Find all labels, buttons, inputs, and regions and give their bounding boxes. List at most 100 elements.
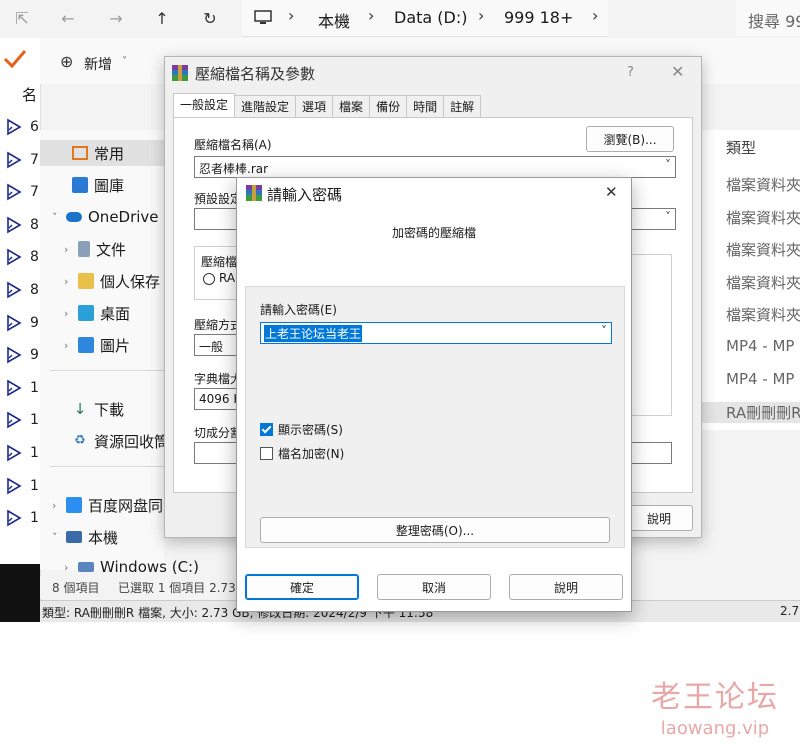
file-row-number: 7 — [30, 184, 39, 201]
browse-button[interactable]: 瀏覽(B)... — [586, 126, 674, 152]
tab-options[interactable]: 選項 — [295, 95, 334, 117]
password-help-button[interactable]: 說明 — [509, 574, 623, 600]
tab-comment[interactable]: 註解 — [443, 95, 482, 117]
chevron-down-icon[interactable]: ˅ — [52, 531, 66, 544]
ok-button[interactable]: 確定 — [245, 574, 359, 600]
file-size-right: 2.73 — [780, 604, 800, 618]
selected-count: 已選取 1 個項目 2.73 — [118, 581, 236, 595]
chevron-right-icon[interactable]: › — [64, 307, 78, 320]
type-column-header[interactable]: 類型 — [726, 137, 756, 158]
file-row-shortcut[interactable]: 1 — [6, 379, 40, 399]
sidebar-item-this-pc[interactable]: ˅ 本機 — [52, 524, 118, 550]
archive-name-combo[interactable]: 忍者棒棒.rar ˅ — [194, 156, 676, 178]
file-type-cell[interactable]: RA刪刪刪R — [700, 402, 800, 424]
file-type-cell[interactable]: 檔案資料夾 — [726, 207, 800, 228]
breadcrumb-computer[interactable]: 本機 — [318, 8, 350, 32]
winrar-icon — [246, 185, 262, 201]
file-row-shortcut[interactable]: 9 — [6, 346, 40, 366]
chevron-right-icon[interactable]: › — [64, 561, 78, 574]
gallery-icon — [72, 177, 88, 193]
share-icon[interactable]: ⇱ — [10, 6, 34, 30]
shortcut-arrow-icon — [7, 151, 22, 168]
sidebar-item-recycle-bin[interactable]: ♻ 資源回收筒 — [72, 428, 169, 454]
shortcut-arrow-icon — [7, 281, 22, 299]
file-row-number: 6 — [30, 119, 39, 135]
file-type-cell[interactable]: MP4 - MP — [726, 370, 794, 388]
sidebar-item-desktop[interactable]: › 桌面 — [64, 300, 130, 326]
rar-radio[interactable] — [203, 273, 215, 285]
search-box[interactable]: 搜尋 99 — [736, 0, 800, 36]
chevron-down-icon[interactable]: ˅ — [601, 324, 607, 338]
forward-button[interactable]: → — [104, 6, 128, 30]
left-file-strip: 名 6 7 7 8 8 8 9 9 1 1 1 1 1 — [0, 38, 41, 622]
password-input[interactable]: 上老王论坛当老王 ˅ — [260, 322, 612, 344]
sidebar-item-downloads[interactable]: ↓ 下載 — [72, 396, 124, 422]
password-dialog-title: 請輸入密碼 — [267, 186, 343, 204]
file-row-shortcut[interactable]: 6 — [6, 118, 40, 138]
checkbox-unchecked-icon[interactable] — [260, 447, 273, 460]
file-row-shortcut[interactable]: 9 — [6, 314, 40, 334]
drive-icon — [78, 562, 94, 572]
close-icon[interactable]: ✕ — [671, 62, 684, 81]
sidebar-item-personal-vault[interactable]: › 個人保存 — [64, 268, 160, 294]
format-label: 壓縮檔 — [201, 255, 238, 269]
breadcrumb-drive[interactable]: Data (D:) — [394, 8, 467, 27]
chevron-down-icon[interactable]: ˅ — [665, 158, 671, 172]
file-type-cell[interactable]: 檔案資料夾 — [726, 174, 800, 195]
file-row-shortcut[interactable]: 7 — [6, 151, 40, 171]
tab-advanced[interactable]: 進階設定 — [234, 95, 297, 117]
close-icon[interactable]: ✕ — [605, 183, 618, 201]
chevron-right-icon[interactable]: › — [64, 275, 78, 288]
computer-icon — [254, 10, 272, 24]
watermark: 老王论坛 laowang.vip — [640, 672, 790, 739]
encrypt-names-checkbox[interactable]: 檔名加密(N) — [260, 445, 344, 462]
chevron-right-icon[interactable]: › — [64, 243, 78, 256]
shortcut-arrow-icon — [7, 477, 22, 494]
address-bar[interactable]: › 本機 › Data (D:) › 999 18+ › — [242, 0, 608, 37]
file-type-cell[interactable]: MP4 - MP — [726, 337, 794, 355]
file-row-number: 1 — [30, 510, 39, 527]
show-password-checkbox[interactable]: 顯示密碼(S) — [260, 421, 343, 438]
tab-time[interactable]: 時間 — [406, 95, 445, 117]
sidebar-item-home[interactable]: 常用 — [40, 140, 164, 166]
up-button[interactable]: ↑ — [150, 6, 174, 30]
help-button[interactable]: ? — [627, 65, 634, 80]
file-row-shortcut[interactable]: 8 — [6, 281, 40, 301]
sidebar-item-baidu[interactable]: › 百度网盘同 — [52, 492, 163, 518]
sidebar-item-pictures[interactable]: › 圖片 — [64, 332, 130, 358]
breadcrumb-folder[interactable]: 999 18+ — [504, 8, 573, 27]
chevron-right-icon[interactable]: › — [52, 499, 66, 512]
tab-general[interactable]: 一般設定 — [173, 93, 236, 117]
file-type-cell[interactable]: 檔案資料夾 — [726, 239, 800, 260]
new-button[interactable]: 新增 — [84, 54, 112, 74]
chevron-down-icon[interactable]: ˅ — [52, 211, 66, 224]
refresh-button[interactable]: ↻ — [198, 6, 222, 30]
file-row-shortcut[interactable]: 7 — [6, 183, 40, 203]
file-row-shortcut[interactable]: 8 — [6, 248, 40, 268]
file-row-shortcut[interactable]: 1 — [6, 509, 40, 529]
file-row-shortcut[interactable]: 1 — [6, 444, 40, 464]
search-placeholder: 搜尋 99 — [748, 12, 800, 31]
shortcut-arrow-icon — [7, 248, 22, 266]
file-row-shortcut[interactable]: 1 — [6, 411, 40, 431]
organize-passwords-button[interactable]: 整理密碼(O)... — [260, 517, 610, 543]
chevron-down-icon: ˅ — [122, 56, 127, 67]
name-column-header[interactable]: 名 — [22, 84, 37, 105]
tab-files[interactable]: 檔案 — [332, 95, 371, 117]
file-row-shortcut[interactable]: 1 — [6, 477, 40, 497]
sidebar-item-onedrive[interactable]: ˅ OneDrive — [52, 204, 159, 230]
cancel-button[interactable]: 取消 — [377, 574, 491, 600]
archive-help-button[interactable]: 說明 — [625, 505, 693, 531]
back-button[interactable]: ← — [56, 6, 80, 30]
checkbox-checked-icon[interactable] — [260, 423, 273, 436]
file-type-cell[interactable]: 檔案資料夾 — [726, 304, 800, 325]
sidebar-item-gallery[interactable]: 圖庫 — [72, 172, 124, 198]
item-count: 8 個項目 — [52, 581, 100, 595]
chevron-down-icon[interactable]: ˅ — [665, 210, 671, 224]
tab-backup[interactable]: 備份 — [369, 95, 408, 117]
file-row-shortcut[interactable]: 8 — [6, 216, 40, 236]
chevron-right-icon[interactable]: › — [64, 339, 78, 352]
file-type-cell[interactable]: 檔案資料夾 — [726, 272, 800, 293]
sidebar-item-documents[interactable]: › 文件 — [64, 236, 126, 262]
split-label: 切成分割 — [194, 426, 243, 440]
